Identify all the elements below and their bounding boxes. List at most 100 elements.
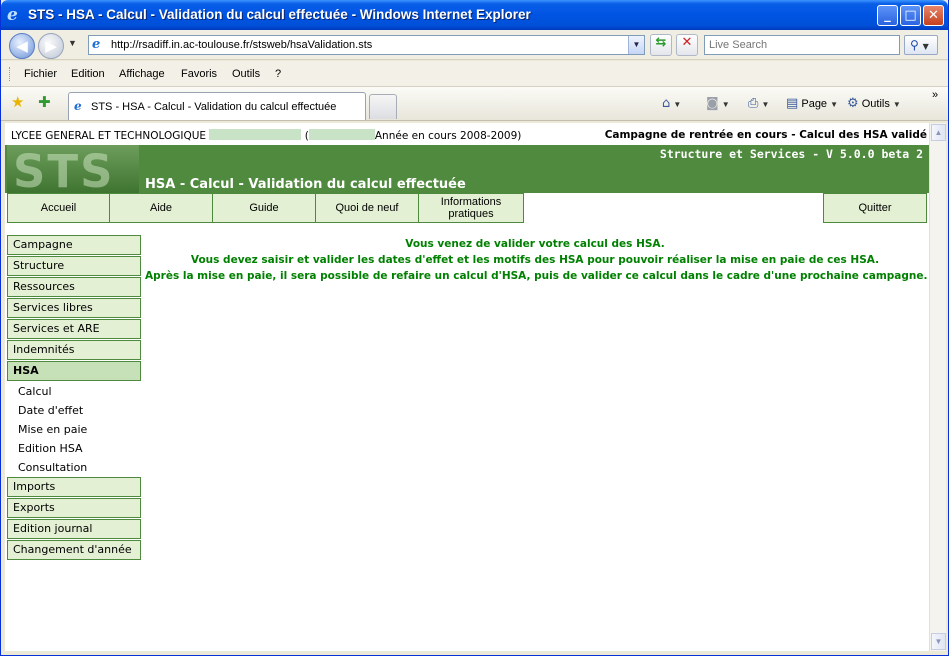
search-button[interactable]: ⚲ ▼ [904,35,938,55]
title-bar: e STS - HSA - Calcul - Validation du cal… [1,0,948,30]
gear-icon: ⚙ [847,96,859,111]
favorites-star-icon[interactable]: ★ [11,93,24,111]
confirmation-message: Vous venez de valider votre calcul des H… [145,236,928,284]
toolbar-grip-icon [9,67,11,81]
menu-tools[interactable]: Outils [232,68,260,80]
tools-menu-label: Outils [861,98,890,110]
message-line-2: Vous devez saisir et valider les dates d… [190,254,880,266]
address-field[interactable]: e http://rsadiff.in.ac-toulouse.fr/stswe… [88,35,645,55]
school-year: Année en cours 2008-2009) [374,130,522,142]
page-menu-button[interactable]: ▤ Page ▼ [786,96,838,111]
menu-bar: Fichier Edition Affichage Favoris Outils… [1,61,948,87]
address-toolbar: ◀ ▶ ▼ e http://rsadiff.in.ac-toulouse.fr… [1,30,948,60]
menu-edit[interactable]: Edition [71,68,105,80]
nav-home[interactable]: Accueil [7,193,110,223]
home-dropdown-icon[interactable]: ▼ [673,100,681,109]
sidebar-sub-consultation[interactable]: Consultation [18,461,87,474]
url-text: http://rsadiff.in.ac-toulouse.fr/stsweb/… [111,39,373,51]
sidebar-item-edition-journal[interactable]: Edition journal [7,519,141,539]
stop-button[interactable]: ✕ [676,34,698,56]
sidebar-item-changement-annee[interactable]: Changement d'année [7,540,141,560]
page-title: HSA - Calcul - Validation du calcul effe… [145,177,466,192]
menu-file[interactable]: Fichier [24,68,57,80]
sidebar-item-exports[interactable]: Exports [7,498,141,518]
nav-practical-info-line2: pratiques [448,208,494,220]
refresh-button[interactable]: ⇆ [650,34,672,56]
tools-dropdown-icon: ▼ [892,100,901,109]
nav-quit[interactable]: Quitter [823,193,927,223]
minimize-button[interactable]: _ [877,5,898,26]
browser-window: e STS - HSA - Calcul - Validation du cal… [0,0,949,656]
sidebar-item-services-are[interactable]: Services et ARE [7,319,141,339]
home-button[interactable]: ⌂ ▼ [662,96,681,111]
info-bar: LYCEE GENERAL ET TECHNOLOGIQUE (Année en… [5,123,929,145]
chevron-more-icon[interactable]: » [932,89,938,101]
maximize-button[interactable]: □ [900,5,921,26]
tab-active[interactable]: e STS - HSA - Calcul - Validation du cal… [68,92,366,120]
scroll-up-icon[interactable]: ▲ [931,124,946,141]
search-options-icon[interactable]: ▼ [923,42,929,51]
school-name: LYCEE GENERAL ET TECHNOLOGIQUE [11,130,207,142]
redacted-school-code [308,129,375,140]
sidebar-item-services-libres[interactable]: Services libres [7,298,141,318]
forward-button[interactable]: ▶ [38,33,64,59]
window-title: STS - HSA - Calcul - Validation du calcu… [28,7,531,22]
nav-guide[interactable]: Guide [212,193,316,223]
ie-logo-icon: e [7,5,18,25]
message-line-3: Après la mise en paie, il sera possible … [145,270,928,282]
sidebar-sub-mise-en-paie[interactable]: Mise en paie [18,423,87,436]
tab-bar: ★ ✚ e STS - HSA - Calcul - Validation du… [1,87,948,121]
magnifier-icon: ⚲ [910,38,919,52]
page-content: LYCEE GENERAL ET TECHNOLOGIQUE (Année en… [5,123,929,651]
menu-favorites[interactable]: Favoris [181,68,217,80]
feeds-button[interactable]: ◙ ▼ [706,96,730,111]
page-dropdown-icon: ▼ [830,100,839,109]
address-dropdown-icon[interactable]: ▼ [628,36,644,54]
sidebar-sub-date-effet[interactable]: Date d'effet [18,404,83,417]
home-icon: ⌂ [662,96,671,111]
close-button[interactable]: ✕ [923,5,944,26]
sidebar-item-structure[interactable]: Structure [7,256,141,276]
app-banner: STS Structure et Services - V 5.0.0 beta… [5,145,929,193]
school-info: LYCEE GENERAL ET TECHNOLOGIQUE (Année en… [11,129,521,142]
app-version: Structure et Services - V 5.0.0 beta 2 [659,147,923,161]
logo-text: STS [13,145,115,193]
print-button[interactable]: ⎙ ▼ [748,96,769,111]
nav-whats-new[interactable]: Quoi de neuf [315,193,419,223]
nav-practical-info[interactable]: Informations pratiques [418,193,524,223]
sidebar-item-hsa[interactable]: HSA [7,361,141,381]
vertical-scrollbar[interactable]: ▲ ▼ [929,123,946,651]
menu-view[interactable]: Affichage [119,68,165,80]
sts-logo: STS [7,145,139,193]
sidebar-sub-edition-hsa[interactable]: Edition HSA [18,442,83,455]
add-favorite-icon[interactable]: ✚ [38,93,51,111]
campaign-status: Campagne de rentrée en cours - Calcul de… [604,129,927,141]
page-menu-label: Page [801,98,828,110]
page-icon: ▤ [786,96,799,111]
nav-practical-info-line1: Informations [440,196,502,208]
sidebar-item-ressources[interactable]: Ressources [7,277,141,297]
sidebar-sub-calcul[interactable]: Calcul [18,385,52,398]
scroll-down-icon[interactable]: ▼ [931,633,946,650]
back-button[interactable]: ◀ [9,33,35,59]
search-input[interactable] [705,36,895,54]
print-dropdown-icon[interactable]: ▼ [761,100,769,109]
sidebar-item-campagne[interactable]: Campagne [7,235,141,255]
printer-icon: ⎙ [748,96,759,111]
search-box[interactable] [704,35,900,55]
new-tab-button[interactable] [369,94,397,119]
rss-feed-icon: ◙ [706,96,719,111]
menu-help[interactable]: ? [275,68,281,80]
feeds-dropdown-icon[interactable]: ▼ [722,100,730,109]
tab-label: STS - HSA - Calcul - Validation du calcu… [91,101,337,113]
sidebar-item-imports[interactable]: Imports [7,477,141,497]
tools-menu-button[interactable]: ⚙ Outils ▼ [847,96,901,111]
sidebar-item-indemnites[interactable]: Indemnités [7,340,141,360]
tab-page-icon: e [74,99,82,113]
redacted-school-name [209,129,302,140]
history-dropdown-icon[interactable]: ▼ [68,38,77,48]
message-line-1: Vous venez de valider votre calcul des H… [405,238,665,250]
nav-help[interactable]: Aide [109,193,213,223]
top-navigation: Accueil Aide Guide Quoi de neuf Informat… [5,193,929,223]
page-icon: e [92,37,101,52]
